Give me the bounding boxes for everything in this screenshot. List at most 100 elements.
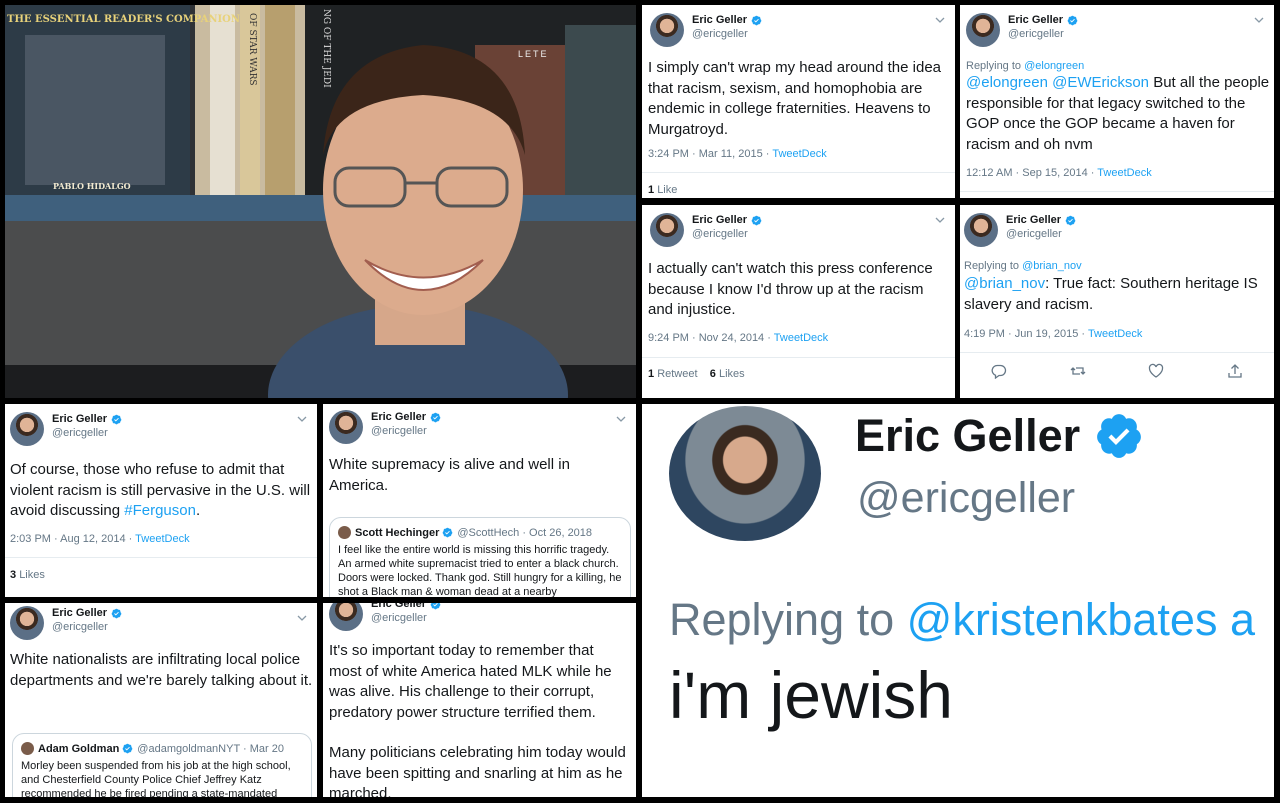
tweet-header: Eric Geller @ericgeller [329,603,441,631]
zoomed-tweet-text: i'm jewish [669,658,953,732]
likes-label[interactable]: Likes [19,569,45,581]
likes-label[interactable]: Like [657,184,677,196]
tweet-card-2[interactable]: Eric Geller @ericgeller Replying to @elo… [960,5,1274,198]
avatar[interactable] [10,606,44,640]
author-handle[interactable]: @ericgeller [52,426,122,440]
tweet-stats: 3 Likes [10,569,45,581]
tweet-card-7[interactable]: Eric Geller @ericgeller White nationalis… [5,603,317,797]
likes-count[interactable]: 6 [710,368,716,380]
quoted-tweet[interactable]: Scott Hechinger @ScottHech · Oct 26, 2018… [329,517,631,597]
zoomed-tweet[interactable]: Eric Geller @ericgeller Replying to @kri… [642,404,1274,797]
author-handle[interactable]: @ericgeller [692,27,762,41]
mention-link[interactable]: @brian_nov [964,275,1045,292]
chevron-down-icon[interactable] [935,15,945,25]
tweet-time[interactable]: 9:24 PM · Nov 24, 2014 · [648,332,774,344]
avatar[interactable] [329,603,363,631]
chevron-down-icon[interactable] [297,613,307,623]
author-handle[interactable]: @ericgeller [1008,27,1078,41]
quoted-author-name: Scott Hechinger [355,526,440,539]
tweet-card-1[interactable]: Eric Geller @ericgeller I simply can't w… [642,5,955,198]
quoted-author-name: Adam Goldman [38,742,120,755]
quoted-author-handle: @adamgoldmanNYT · Mar 20 [137,742,284,755]
avatar[interactable] [10,412,44,446]
likes-label[interactable]: Likes [719,368,745,380]
replying-to-label: Replying to [966,60,1025,72]
author-handle[interactable]: @ericgeller [52,620,122,634]
divider [960,191,1274,192]
like-icon[interactable] [1148,363,1164,379]
author-name[interactable]: Eric Geller [1006,213,1061,227]
book-spine-1: OF STAR WARS [247,13,257,86]
retweets-count[interactable]: 1 [648,368,654,380]
book-spine-3: LETE [518,49,549,59]
reply-mention-link[interactable]: @brian_nov [1022,260,1081,272]
chevron-down-icon[interactable] [616,414,626,424]
tweet-source-link[interactable]: TweetDeck [1097,167,1151,179]
tweet-actions [960,363,1274,380]
verified-icon [122,743,133,754]
chevron-down-icon[interactable] [935,215,945,225]
tweet-source-link[interactable]: TweetDeck [772,148,826,160]
reply-mention-link[interactable]: @elongreen [1024,60,1084,72]
tweet-text-paragraph-2: Many politicians celebrating him today w… [329,744,626,797]
author-name[interactable]: Eric Geller [52,412,107,426]
tweet-card-4[interactable]: Eric Geller @ericgeller Replying to @bri… [960,205,1274,398]
quoted-avatar [21,742,34,755]
zoomed-name-text[interactable]: Eric Geller [855,410,1080,462]
chevron-down-icon[interactable] [297,414,307,424]
zoomed-reply-mention-link[interactable]: @kristenkbates a [907,594,1255,645]
tweet-source-link[interactable]: TweetDeck [1088,328,1142,340]
author-handle[interactable]: @ericgeller [692,227,762,241]
zoomed-avatar[interactable] [669,406,821,541]
quoted-author-handle: @ScottHech · Oct 26, 2018 [457,526,593,539]
mention-links[interactable]: @elongreen @EWErickson [966,74,1149,91]
avatar[interactable] [650,13,684,47]
tweet-header: Eric Geller @ericgeller [966,13,1078,47]
author-name[interactable]: Eric Geller [692,13,747,27]
author-name[interactable]: Eric Geller [371,603,426,611]
retweets-label[interactable]: Retweet [657,368,697,380]
author-handle[interactable]: @ericgeller [1006,227,1076,241]
tweet-timestamp: 9:24 PM · Nov 24, 2014 · TweetDeck [648,332,828,344]
avatar[interactable] [329,410,363,444]
tweet-card-3[interactable]: Eric Geller @ericgeller I actually can't… [642,205,955,398]
tweet-header: Eric Geller @ericgeller [10,606,122,640]
tweet-time[interactable]: 3:24 PM · Mar 11, 2015 · [648,148,772,160]
share-icon[interactable] [1227,363,1243,379]
tweet-time[interactable]: 2:03 PM · Aug 12, 2014 · [10,533,135,545]
tweet-stats: 1 Like [648,184,677,196]
tweet-card-6[interactable]: Eric Geller @ericgeller White supremacy … [323,404,636,597]
reply-icon[interactable] [991,363,1007,380]
likes-count[interactable]: 3 [10,569,16,581]
replying-to: Replying to @elongreen [966,60,1084,72]
tweet-source-link[interactable]: TweetDeck [774,332,828,344]
avatar[interactable] [650,213,684,247]
author-handle[interactable]: @ericgeller [371,424,441,438]
tweet-source-link[interactable]: TweetDeck [135,533,189,545]
tweet-time[interactable]: 4:19 PM · Jun 19, 2015 · [964,328,1088,340]
tweet-header: Eric Geller @ericgeller [964,213,1076,247]
chevron-down-icon[interactable] [1254,15,1264,25]
tweet-text: @brian_nov: True fact: Southern heritage… [964,274,1274,315]
profile-photo: THE ESSENTIAL READER'S COMPANION PABLO H… [5,5,636,398]
tweet-card-8[interactable]: Eric Geller @ericgeller It's so importan… [323,603,636,797]
author-name[interactable]: Eric Geller [1008,13,1063,27]
zoomed-author-name[interactable]: Eric Geller [855,410,1144,462]
tweet-text: I simply can't wrap my head around the i… [648,59,942,138]
hashtag-link[interactable]: #Ferguson [124,502,196,519]
verified-icon [1065,215,1076,226]
quoted-tweet[interactable]: Adam Goldman @adamgoldmanNYT · Mar 20 Mor… [12,733,312,797]
likes-count[interactable]: 1 [648,184,654,196]
author-name[interactable]: Eric Geller [371,410,426,424]
zoomed-author-handle[interactable]: @ericgeller [857,474,1075,523]
avatar[interactable] [964,213,998,247]
tweet-time[interactable]: 12:12 AM · Sep 15, 2014 · [966,167,1097,179]
retweet-icon[interactable] [1070,363,1086,379]
tweet-card-5[interactable]: Eric Geller @ericgeller Of course, those… [5,404,317,597]
author-name[interactable]: Eric Geller [692,213,747,227]
avatar[interactable] [966,13,1000,47]
author-handle[interactable]: @ericgeller [371,611,441,625]
author-name[interactable]: Eric Geller [52,606,107,620]
zoomed-replying-label: Replying to [669,594,907,645]
tweet-text: @elongreen @EWErickson But all the peopl… [966,73,1272,155]
